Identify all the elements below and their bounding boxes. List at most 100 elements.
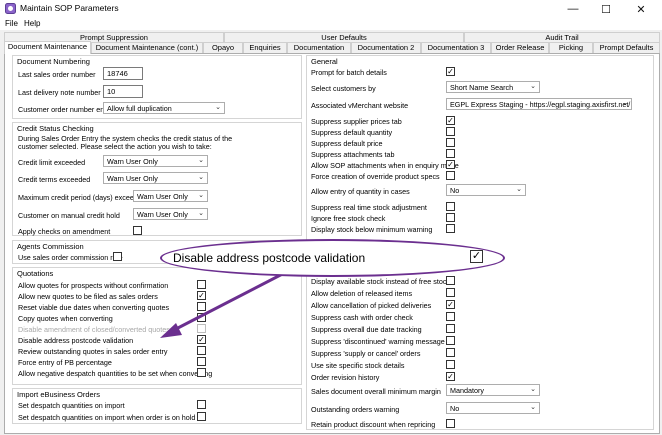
quote-option-checkbox[interactable]	[197, 313, 206, 322]
general-option-checkbox[interactable]	[446, 224, 455, 233]
chevron-down-icon: ⌄	[215, 104, 221, 111]
chevron-down-icon: ⌄	[198, 192, 204, 199]
customer-order-entry-select[interactable]: Allow full duplication ⌄	[103, 102, 225, 114]
quote-option-checkbox[interactable]	[197, 280, 206, 289]
general-option-checkbox[interactable]	[446, 202, 455, 211]
tab-enquiries[interactable]: Enquiries	[243, 42, 287, 53]
quote-option-label: Allow negative despatch quantities to be…	[18, 369, 213, 378]
general-option-checkbox[interactable]	[446, 276, 455, 285]
close-button[interactable]: ✕	[628, 0, 654, 18]
minimum-margin-select[interactable]: Mandatory ⌄	[446, 384, 540, 396]
import-option-label: Set despatch quantities on import	[18, 401, 125, 410]
general-option-checkbox[interactable]	[446, 324, 455, 333]
tab-documentation-3[interactable]: Documentation 3	[421, 42, 491, 53]
credit-terms-select[interactable]: Warn User Only ⌄	[103, 172, 208, 184]
chevron-down-icon: ⌄	[530, 83, 536, 90]
vmerchant-select[interactable]: EGPL Express Staging - https://egpl.stag…	[446, 98, 632, 110]
general-option-label: Use site specific stock details	[311, 361, 405, 370]
apply-checks-label: Apply checks on amendment	[18, 227, 111, 236]
select-value: Allow full duplication	[107, 104, 172, 113]
credit-limit-label: Credit limit exceeded	[18, 158, 86, 167]
tab-picking[interactable]: Picking	[549, 42, 593, 53]
general-option-checkbox[interactable]: ✓	[446, 300, 455, 309]
chevron-down-icon: ⌄	[198, 157, 204, 164]
tab-prompt-defaults[interactable]: Prompt Defaults	[593, 42, 660, 53]
general-option-label: Suppress 'discontinued' warning message	[311, 337, 445, 346]
general-option-checkbox[interactable]	[446, 348, 455, 357]
general-option-label: Suppress attachments tab	[311, 150, 395, 159]
quote-option-label: Reset viable due dates when converting q…	[18, 303, 170, 312]
general-option-checkbox[interactable]	[446, 149, 455, 158]
max-credit-period-select[interactable]: Warn User Only ⌄	[133, 190, 208, 202]
group-title: General	[311, 57, 338, 66]
general-option-label: Suppress cash with order check	[311, 313, 413, 322]
general-option-checkbox[interactable]	[446, 312, 455, 321]
general-option-label: Display available stock instead of free …	[311, 277, 451, 286]
minimize-button[interactable]: —	[560, 0, 586, 18]
manual-credit-hold-select[interactable]: Warn User Only ⌄	[133, 208, 208, 220]
group-title: Quotations	[17, 269, 54, 278]
max-credit-period-label: Maximum credit period (days) exceeded	[18, 193, 146, 202]
general-option-checkbox[interactable]	[446, 138, 455, 147]
general-option-checkbox[interactable]	[446, 288, 455, 297]
prompt-batch-checkbox[interactable]: ✓	[446, 67, 455, 76]
select-customers-select[interactable]: Short Name Search ⌄	[446, 81, 540, 93]
menu-bar: File Help	[0, 18, 662, 30]
tab-documentation-2[interactable]: Documentation 2	[351, 42, 421, 53]
select-value: Short Name Search	[450, 83, 514, 92]
tab-audit-trail[interactable]: Audit Trail	[464, 32, 660, 42]
menu-file[interactable]: File	[5, 19, 18, 28]
select-value: No	[450, 404, 460, 413]
select-value: EGPL Express Staging - https://egpl.stag…	[450, 100, 631, 109]
general-option-checkbox[interactable]	[446, 213, 455, 222]
allow-entry-cases-select[interactable]: No ⌄	[446, 184, 526, 196]
quote-option-checkbox[interactable]: ✓	[197, 291, 206, 300]
import-option-checkbox[interactable]	[197, 412, 206, 421]
menu-help[interactable]: Help	[24, 19, 40, 28]
use-commission-checkbox[interactable]	[113, 252, 122, 261]
general-option-checkbox[interactable]: ✓	[446, 160, 455, 169]
credit-terms-label: Credit terms exceeded	[18, 175, 91, 184]
import-option-checkbox[interactable]	[197, 400, 206, 409]
general-option-label: Suppress 'supply or cancel' orders	[311, 349, 421, 358]
last-delivery-note-label: Last delivery note number	[18, 88, 101, 97]
group-title: Agents Commission	[17, 242, 84, 251]
tab-order-release[interactable]: Order Release	[491, 42, 549, 53]
minimum-margin-label: Sales document overall minimum margin	[311, 387, 441, 396]
select-value: Warn User Only	[107, 174, 158, 183]
last-sales-order-input[interactable]: 18746	[103, 67, 143, 80]
retain-discount-checkbox[interactable]	[446, 419, 455, 428]
quote-option-checkbox[interactable]	[197, 302, 206, 311]
chevron-down-icon: ⌄	[198, 210, 204, 217]
credit-limit-select[interactable]: Warn User Only ⌄	[103, 155, 208, 167]
general-option-checkbox[interactable]	[446, 336, 455, 345]
maximize-button[interactable]: ☐	[593, 0, 619, 18]
window-title: Maintain SOP Parameters	[20, 3, 119, 13]
general-option-label: Order revision history	[311, 373, 380, 382]
general-option-checkbox[interactable]	[446, 127, 455, 136]
general-option-label: Allow deletion of released items	[311, 289, 413, 298]
tab-document-maintenance-cont[interactable]: Document Maintenance (cont.)	[91, 42, 203, 53]
general-option-checkbox[interactable]: ✓	[446, 372, 455, 381]
general-option-checkbox[interactable]	[446, 360, 455, 369]
callout-checkbox: ✓	[470, 250, 483, 263]
use-commission-label: Use sales order commission rate	[18, 253, 123, 262]
general-option-checkbox[interactable]: ✓	[446, 116, 455, 125]
quote-option-checkbox[interactable]	[197, 346, 206, 355]
outstanding-orders-select[interactable]: No ⌄	[446, 402, 540, 414]
tab-user-defaults[interactable]: User Defaults	[224, 32, 464, 42]
quote-option-checkbox[interactable]	[197, 357, 206, 366]
general-option-checkbox[interactable]	[446, 171, 455, 180]
apply-checks-checkbox[interactable]	[133, 226, 142, 235]
general-option-label: Suppress supplier prices tab	[311, 117, 402, 126]
tab-documentation[interactable]: Documentation	[287, 42, 351, 53]
disable-postcode-validation-checkbox[interactable]: ✓	[197, 335, 206, 344]
select-customers-label: Select customers by	[311, 84, 376, 93]
last-delivery-note-input[interactable]: 10	[103, 85, 143, 98]
quote-option-checkbox[interactable]	[197, 368, 206, 377]
tab-opayo[interactable]: Opayo	[203, 42, 243, 53]
tab-document-maintenance[interactable]: Document Maintenance	[4, 41, 91, 54]
group-title: Credit Status Checking	[17, 124, 94, 133]
general-option-label: Force creation of override product specs	[311, 172, 440, 181]
last-sales-order-label: Last sales order number	[18, 70, 96, 79]
